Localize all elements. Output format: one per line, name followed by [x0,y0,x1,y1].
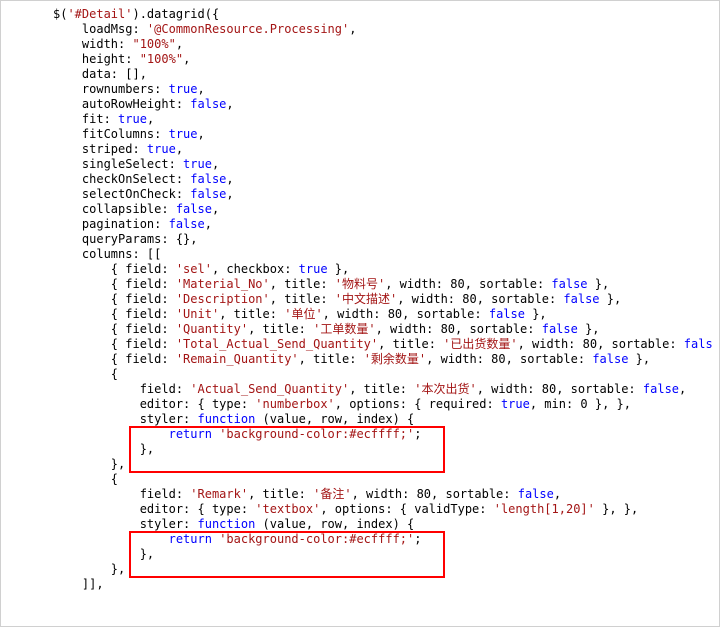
code-line: }, [53,442,154,456]
code-line: loadMsg: '@CommonResource.Processing', [53,22,356,36]
code-line: $('#Detail').datagrid({ [53,7,219,21]
code-line: singleSelect: true, [53,157,219,171]
code-line: styler: function (value, row, index) { [53,517,414,531]
code-line: { field: 'sel', checkbox: true }, [53,262,349,276]
code-line: ]], [53,577,104,591]
code-screenshot: $('#Detail').datagrid({ loadMsg: '@Commo… [0,0,720,627]
code-line: striped: true, [53,142,183,156]
code-line: queryParams: {}, [53,232,198,246]
code-block: $('#Detail').datagrid({ loadMsg: '@Commo… [1,7,719,592]
code-line: { field: 'Description', title: '中文描述', w… [53,292,621,306]
code-line: field: 'Remark', title: '备注', width: 80,… [53,487,561,501]
code-line: selectOnCheck: false, [53,187,234,201]
code-line: { [53,367,118,381]
code-line: { field: 'Quantity', title: '工单数量', widt… [53,322,600,336]
code-line: rownumbers: true, [53,82,205,96]
code-line: width: "100%", [53,37,183,51]
code-line: { field: 'Material_No', title: '物料号', wi… [53,277,609,291]
code-line: return 'background-color:#ecffff;'; [53,532,422,546]
code-line: }, [53,457,125,471]
code-line: field: 'Actual_Send_Quantity', title: '本… [53,382,686,396]
code-line: columns: [[ [53,247,161,261]
code-line: autoRowHeight: false, [53,97,234,111]
code-line: styler: function (value, row, index) { [53,412,414,426]
code-line: pagination: false, [53,217,212,231]
code-line: height: "100%", [53,52,190,66]
code-line: { field: 'Unit', title: '单位', width: 80,… [53,307,547,321]
code-line: return 'background-color:#ecffff;'; [53,427,422,441]
code-line: data: [], [53,67,147,81]
code-line: checkOnSelect: false, [53,172,234,186]
code-line: editor: { type: 'textbox', options: { va… [53,502,638,516]
code-line: fit: true, [53,112,154,126]
code-line: editor: { type: 'numberbox', options: { … [53,397,631,411]
code-line: }, [53,562,125,576]
code-line: { field: 'Remain_Quantity', title: '剩余数量… [53,352,650,366]
code-line: { [53,472,118,486]
code-line: }, [53,547,154,561]
code-line: { field: 'Total_Actual_Send_Quantity', t… [53,337,713,351]
code-line: collapsible: false, [53,202,219,216]
code-line: fitColumns: true, [53,127,205,141]
